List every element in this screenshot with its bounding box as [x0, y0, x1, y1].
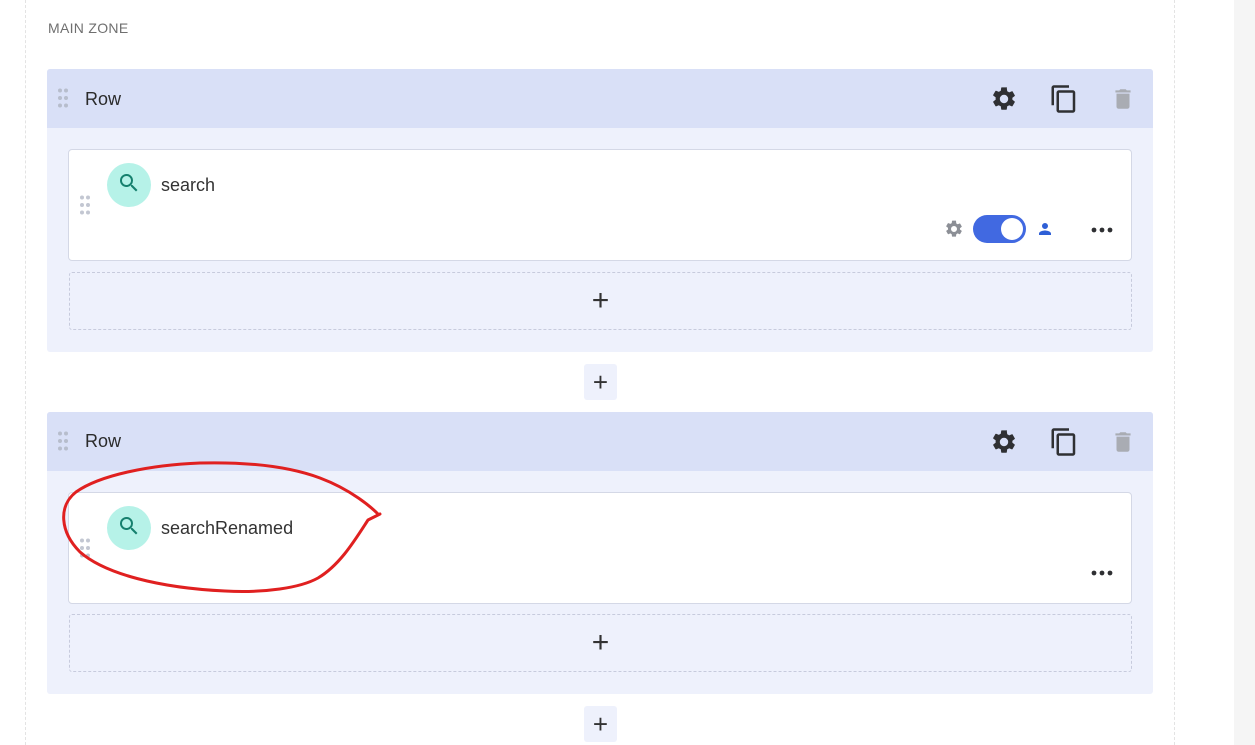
user-icon[interactable] — [1035, 219, 1055, 239]
widget-type-avatar — [107, 163, 151, 207]
zone-border — [1174, 0, 1175, 745]
row-title: Row — [85, 431, 122, 451]
add-widget-button[interactable]: + — [69, 614, 1132, 672]
row-header: Row — [47, 412, 1153, 471]
plus-icon: + — [592, 709, 609, 739]
row-title: Row — [85, 89, 122, 109]
settings-gear-icon[interactable] — [988, 426, 1020, 458]
drag-handle-icon[interactable] — [79, 195, 91, 215]
drag-handle-icon[interactable] — [57, 88, 69, 108]
drag-handle-icon[interactable] — [79, 538, 91, 558]
plus-icon: + — [591, 626, 610, 659]
plus-icon: + — [592, 367, 609, 397]
widget-settings-gear-icon[interactable] — [943, 218, 965, 240]
widget-type-avatar — [107, 506, 151, 550]
add-widget-button[interactable]: + — [69, 272, 1132, 330]
add-row-button[interactable]: + — [584, 364, 617, 400]
side-panel-edge — [1234, 0, 1255, 745]
add-row-button[interactable]: + — [584, 706, 617, 742]
row-1: Row search + — [47, 69, 1153, 352]
widget-name: searchRenamed — [161, 518, 294, 538]
widget-card[interactable]: search — [68, 149, 1132, 261]
zone-border — [25, 0, 26, 745]
toggle-knob — [1001, 218, 1023, 240]
more-options-icon[interactable] — [1088, 565, 1116, 581]
duplicate-icon[interactable] — [1048, 426, 1080, 458]
widget-card[interactable]: searchRenamed — [68, 492, 1132, 604]
settings-gear-icon[interactable] — [988, 83, 1020, 115]
row-header: Row — [47, 69, 1153, 128]
search-icon — [117, 171, 141, 200]
zone-title: MAIN ZONE — [48, 20, 129, 36]
plus-icon: + — [591, 284, 610, 317]
row-2: Row searchRenamed + — [47, 412, 1153, 694]
widget-name: search — [161, 175, 216, 195]
more-options-icon[interactable] — [1088, 222, 1116, 238]
delete-trash-icon[interactable] — [1107, 426, 1139, 458]
drag-handle-icon[interactable] — [57, 431, 69, 451]
duplicate-icon[interactable] — [1048, 83, 1080, 115]
search-icon — [117, 514, 141, 543]
visibility-toggle[interactable] — [973, 215, 1026, 243]
delete-trash-icon[interactable] — [1107, 83, 1139, 115]
